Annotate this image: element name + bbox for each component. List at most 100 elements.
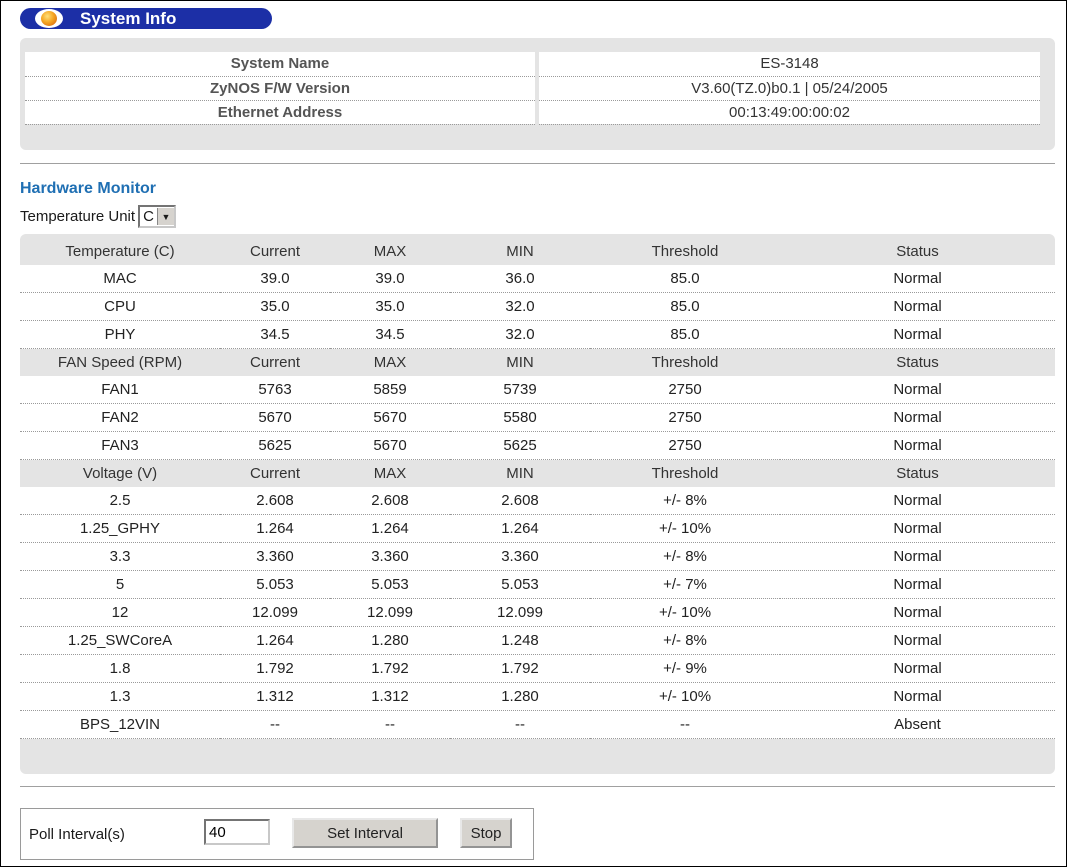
temperature-header-cell: Status bbox=[780, 238, 1055, 265]
temperature-cell: 85.0 bbox=[590, 292, 780, 321]
voltage-cell: +/- 7% bbox=[590, 570, 780, 599]
voltage-cell: Normal bbox=[780, 626, 1055, 655]
voltage-header-cell: MIN bbox=[450, 459, 590, 487]
voltage-cell: +/- 10% bbox=[590, 598, 780, 627]
voltage-cell: 1.25_SWCoreA bbox=[20, 626, 220, 655]
temperature-header-cell: MAX bbox=[330, 238, 450, 265]
fan-cell: 5670 bbox=[330, 403, 450, 432]
voltage-cell: 5 bbox=[20, 570, 220, 599]
voltage-cell: 5.053 bbox=[220, 570, 330, 599]
voltage-cell: 3.360 bbox=[220, 542, 330, 571]
voltage-row: 2.5 2.608 2.608 2.608 +/- 8% Normal bbox=[20, 487, 1055, 515]
divider bbox=[20, 786, 1055, 787]
hardware-monitor-title: Hardware Monitor bbox=[20, 180, 157, 197]
voltage-row: 1.25_GPHY 1.264 1.264 1.264 +/- 10% Normal bbox=[20, 514, 1055, 543]
set-interval-button[interactable]: Set Interval bbox=[292, 818, 438, 848]
voltage-cell: 1.8 bbox=[20, 654, 220, 683]
voltage-cell: 2.608 bbox=[330, 487, 450, 515]
temperature-cell: 35.0 bbox=[220, 292, 330, 321]
temperature-cell: Normal bbox=[780, 265, 1055, 293]
fan-cell: 5580 bbox=[450, 403, 590, 432]
fan-cell: 5859 bbox=[330, 376, 450, 404]
fan-cell: 5625 bbox=[220, 431, 330, 460]
voltage-row: 12 12.099 12.099 12.099 +/- 10% Normal bbox=[20, 598, 1055, 627]
voltage-row: 3.3 3.360 3.360 3.360 +/- 8% Normal bbox=[20, 542, 1055, 571]
voltage-cell: 1.264 bbox=[220, 626, 330, 655]
system-name-value: ES-3148 bbox=[535, 52, 1040, 77]
fan-cell: FAN2 bbox=[20, 403, 220, 432]
poll-interval-label: Poll Interval(s) bbox=[29, 826, 125, 843]
temperature-row: CPU 35.0 35.0 32.0 85.0 Normal bbox=[20, 292, 1055, 321]
fan-cell: Normal bbox=[780, 403, 1055, 432]
voltage-cell: +/- 9% bbox=[590, 654, 780, 683]
fan-cell: 5670 bbox=[330, 431, 450, 460]
fan-cell: 5625 bbox=[450, 431, 590, 460]
temperature-row: MAC 39.0 39.0 36.0 85.0 Normal bbox=[20, 265, 1055, 293]
voltage-cell: 1.312 bbox=[330, 682, 450, 711]
fan-cell: 2750 bbox=[590, 403, 780, 432]
voltage-cell: -- bbox=[330, 710, 450, 739]
voltage-cell: 5.053 bbox=[330, 570, 450, 599]
fan-cell: Normal bbox=[780, 376, 1055, 404]
voltage-cell: 3.3 bbox=[20, 542, 220, 571]
fan-header-cell: Current bbox=[220, 348, 330, 376]
fan-header-cell: Threshold bbox=[590, 348, 780, 376]
temperature-cell: 34.5 bbox=[330, 320, 450, 349]
temperature-unit-select[interactable]: C ▼ bbox=[138, 205, 176, 228]
voltage-cell: 12 bbox=[20, 598, 220, 627]
voltage-row: BPS_12VIN -- -- -- -- Absent bbox=[20, 710, 1055, 739]
ethernet-address-row: Ethernet Address 00:13:49:00:00:02 bbox=[25, 100, 1040, 125]
temperature-header-cell: MIN bbox=[450, 238, 590, 265]
ethernet-address-label: Ethernet Address bbox=[25, 100, 537, 125]
temperature-cell: PHY bbox=[20, 320, 220, 349]
temperature-cell: Normal bbox=[780, 292, 1055, 321]
temperature-header-cell: Current bbox=[220, 238, 330, 265]
voltage-cell: Absent bbox=[780, 710, 1055, 739]
fan-cell: 2750 bbox=[590, 376, 780, 404]
fan-header-cell: MAX bbox=[330, 348, 450, 376]
voltage-cell: 12.099 bbox=[220, 598, 330, 627]
fan-row: FAN3 5625 5670 5625 2750 Normal bbox=[20, 431, 1055, 460]
voltage-cell: 1.264 bbox=[220, 514, 330, 543]
voltage-cell: 1.280 bbox=[330, 626, 450, 655]
voltage-cell: +/- 8% bbox=[590, 542, 780, 571]
voltage-cell: 1.312 bbox=[220, 682, 330, 711]
fan-header-cell: MIN bbox=[450, 348, 590, 376]
stop-button[interactable]: Stop bbox=[460, 818, 512, 848]
system-info-table: System Name ES-3148 ZyNOS F/W Version V3… bbox=[25, 52, 1040, 125]
voltage-cell: Normal bbox=[780, 542, 1055, 571]
voltage-cell: 2.608 bbox=[450, 487, 590, 515]
voltage-header-cell: MAX bbox=[330, 459, 450, 487]
voltage-cell: Normal bbox=[780, 514, 1055, 543]
section-title-system-info: System Info bbox=[20, 8, 272, 29]
poll-interval-input[interactable] bbox=[204, 819, 270, 845]
firmware-version-row: ZyNOS F/W Version V3.60(TZ.0)b0.1 | 05/2… bbox=[25, 76, 1040, 101]
chevron-down-icon[interactable]: ▼ bbox=[156, 208, 174, 225]
temperature-cell: 34.5 bbox=[220, 320, 330, 349]
voltage-row: 1.3 1.312 1.312 1.280 +/- 10% Normal bbox=[20, 682, 1055, 711]
voltage-cell: 1.248 bbox=[450, 626, 590, 655]
voltage-cell: +/- 10% bbox=[590, 682, 780, 711]
poll-interval-box: Poll Interval(s) Set Interval Stop bbox=[20, 808, 534, 860]
temperature-cell: 85.0 bbox=[590, 320, 780, 349]
voltage-cell: +/- 8% bbox=[590, 487, 780, 515]
voltage-cell: 2.5 bbox=[20, 487, 220, 515]
voltage-cell: Normal bbox=[780, 570, 1055, 599]
voltage-cell: 3.360 bbox=[450, 542, 590, 571]
voltage-cell: 12.099 bbox=[330, 598, 450, 627]
temperature-header-row: Temperature (C) Current MAX MIN Threshold Sta… bbox=[20, 238, 1055, 265]
voltage-cell: 1.792 bbox=[220, 654, 330, 683]
voltage-cell: 1.280 bbox=[450, 682, 590, 711]
fan-cell: 5763 bbox=[220, 376, 330, 404]
fan-cell: FAN3 bbox=[20, 431, 220, 460]
temperature-cell: CPU bbox=[20, 292, 220, 321]
voltage-cell: 1.792 bbox=[450, 654, 590, 683]
voltage-cell: 1.264 bbox=[330, 514, 450, 543]
orb-icon bbox=[35, 9, 63, 28]
voltage-row: 1.8 1.792 1.792 1.792 +/- 9% Normal bbox=[20, 654, 1055, 683]
fan-header-row: FAN Speed (RPM) Current MAX MIN Threshold Sta… bbox=[20, 348, 1055, 376]
temperature-cell: 36.0 bbox=[450, 265, 590, 293]
voltage-cell: +/- 8% bbox=[590, 626, 780, 655]
voltage-cell: BPS_12VIN bbox=[20, 710, 220, 739]
temperature-cell: Normal bbox=[780, 320, 1055, 349]
